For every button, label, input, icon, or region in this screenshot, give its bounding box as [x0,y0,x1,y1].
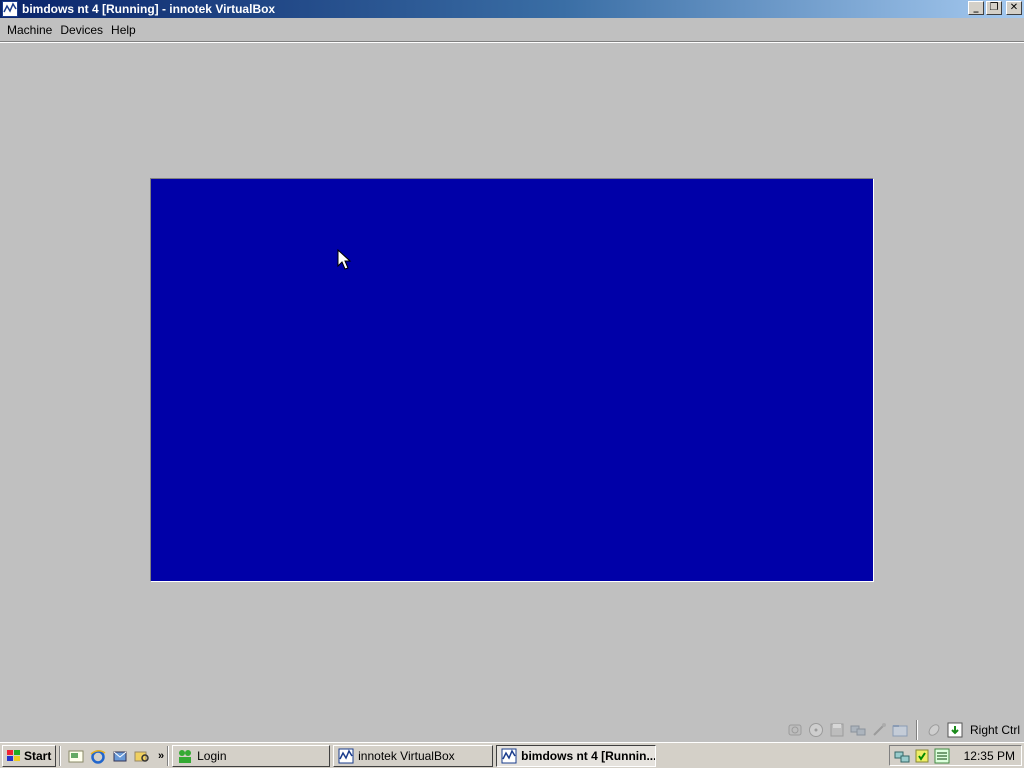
show-desktop-icon[interactable] [68,748,84,764]
mouse-integration-icon[interactable] [926,722,942,738]
menu-help[interactable]: Help [108,23,139,37]
close-button[interactable]: ✕ [1006,1,1022,15]
hard-disk-icon[interactable] [787,722,803,738]
network-icon[interactable] [850,722,866,738]
restore-button[interactable]: ❐ [986,1,1002,15]
mouse-pointer-icon [337,249,352,270]
taskbar-separator [59,745,61,766]
login-app-icon [179,749,192,763]
menu-bar: Machine Devices Help [0,18,1024,42]
host-key-label: Right Ctrl [969,723,1020,737]
system-tray: 12:35 PM [888,745,1022,766]
menu-machine[interactable]: Machine [4,23,55,37]
windows-flag-icon [7,749,20,761]
start-label: Start [24,748,52,763]
floppy-icon[interactable] [829,722,845,738]
cd-rom-icon[interactable] [808,722,824,738]
guest-display[interactable] [150,178,874,582]
task-label: innotek VirtualBox [358,748,455,763]
internet-explorer-icon[interactable] [90,748,106,764]
virtualbox-icon[interactable] [2,1,18,17]
window-title: bimdows nt 4 [Running] - innotek Virtual… [22,2,276,16]
menu-devices[interactable]: Devices [57,23,106,37]
virtualbox-icon [501,748,517,763]
minimize-button[interactable]: _ [968,1,984,15]
vm-status-bar: Right Ctrl [787,720,1020,740]
outlook-express-icon[interactable] [112,748,128,764]
virtualbox-icon [338,748,354,763]
start-button[interactable]: Start [2,744,56,767]
window-title-bar[interactable]: bimdows nt 4 [Running] - innotek Virtual… [0,0,1024,18]
security-tray-icon[interactable] [914,748,930,764]
eco-pro-tray-icon[interactable] [934,748,950,764]
usb-icon[interactable] [871,722,887,738]
task-label: bimdows nt 4 [Runnin... [521,748,657,763]
taskbar-button-bimdows-nt4[interactable]: bimdows nt 4 [Runnin... [496,744,657,767]
status-separator [915,720,918,740]
shared-folders-icon[interactable] [892,722,908,738]
taskbar-separator [167,745,170,766]
task-label: Login [197,748,227,763]
caption-buttons: _ ❐ ✕ [968,1,1022,15]
windows-explorer-icon[interactable] [134,748,150,764]
clock[interactable]: 12:35 PM [964,749,1015,763]
taskbar: Start » Login innotek VirtualBox bimdows… [0,742,1024,768]
quick-launch: » [68,748,164,764]
quick-launch-more-button[interactable]: » [158,750,164,762]
host-key-arrow-icon [947,722,963,738]
taskbar-button-virtualbox[interactable]: innotek VirtualBox [333,744,494,767]
taskbar-button-login[interactable]: Login [172,744,331,767]
network-tray-icon[interactable] [894,748,910,764]
